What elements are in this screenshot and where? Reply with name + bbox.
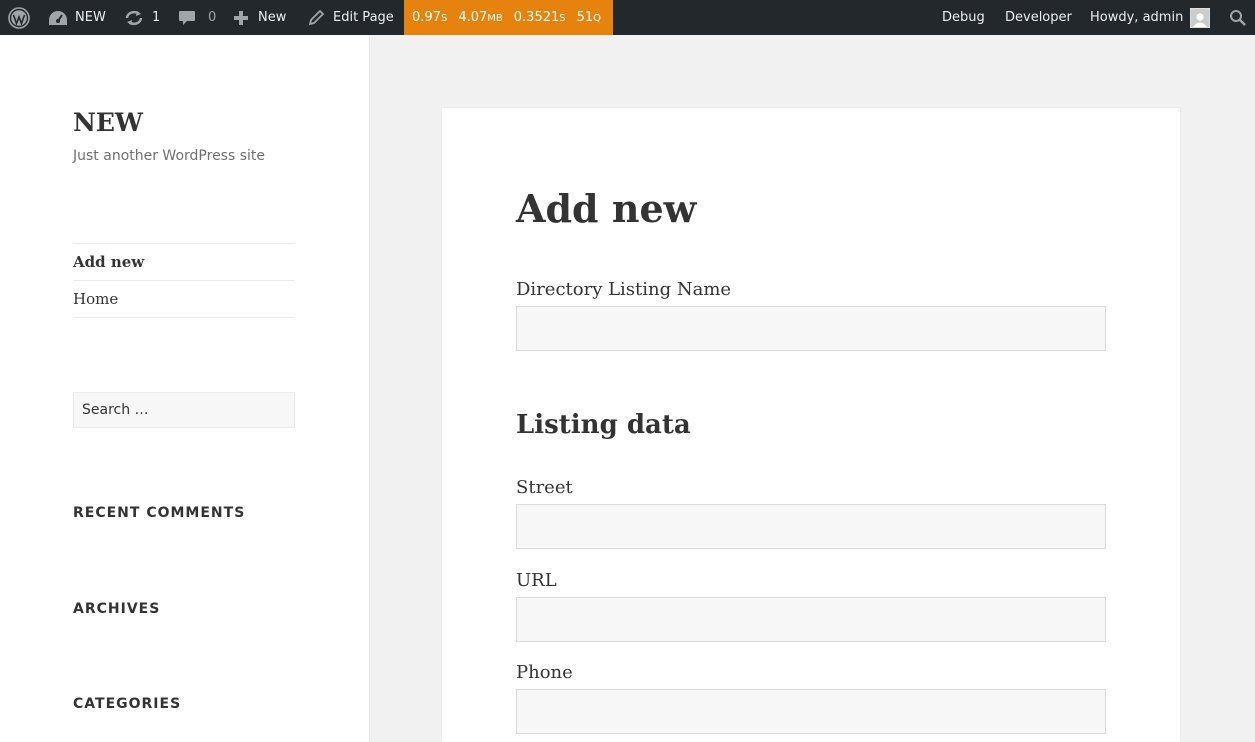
edit-page-link[interactable]: Edit Page xyxy=(307,0,394,35)
site-description: Just another WordPress site xyxy=(73,148,266,164)
pencil-icon xyxy=(308,9,325,25)
comments-count: 0 xyxy=(208,10,217,25)
listing-data-heading: Listing data xyxy=(516,410,691,440)
debug-label: Debug xyxy=(942,10,985,25)
howdy-label: Howdy, admin xyxy=(1090,10,1184,25)
qm-memory: 4.07MB xyxy=(458,10,503,25)
archives-heading: ARCHIVES xyxy=(73,601,161,617)
recent-comments-heading: RECENT COMMENTS xyxy=(73,505,246,521)
qm-queries: 51Q xyxy=(576,10,602,25)
comment-bubble-icon xyxy=(179,10,195,25)
sidebar: NEW Just another WordPress site Add new … xyxy=(0,35,370,742)
updates-icon xyxy=(125,10,143,25)
url-input[interactable] xyxy=(516,597,1106,642)
page-title: Add new xyxy=(516,186,697,231)
my-account-menu[interactable]: Howdy, admin xyxy=(1090,0,1211,35)
main-content: Add new Directory Listing Name Listing d… xyxy=(442,108,1180,742)
updates-menu[interactable]: 1 xyxy=(124,0,160,35)
phone-input[interactable] xyxy=(516,689,1106,734)
listing-name-label: Directory Listing Name xyxy=(516,279,732,300)
phone-label: Phone xyxy=(516,662,573,683)
new-label: New xyxy=(258,10,287,25)
wordpress-logo-icon[interactable] xyxy=(8,0,30,35)
avatar xyxy=(1190,7,1211,28)
sidebar-item-add-new[interactable]: Add new xyxy=(73,244,295,281)
site-name-menu[interactable]: NEW xyxy=(48,0,106,35)
dashboard-icon xyxy=(49,10,67,25)
qm-query-time: 0.3521S xyxy=(513,10,566,25)
url-label: URL xyxy=(516,570,557,591)
debug-menu[interactable]: Debug xyxy=(942,0,985,35)
admin-search-icon[interactable] xyxy=(1229,0,1247,35)
comments-menu[interactable]: 0 xyxy=(178,0,216,35)
query-monitor-menu[interactable]: 0.97S 4.07MB 0.3521S 51Q xyxy=(404,0,613,35)
site-name-label: NEW xyxy=(75,10,106,25)
plus-icon xyxy=(234,10,248,25)
edit-page-label: Edit Page xyxy=(333,10,394,25)
qm-time: 0.97S xyxy=(412,10,448,25)
sidebar-menu: Add new Home xyxy=(73,243,295,318)
listing-name-input[interactable] xyxy=(516,306,1106,351)
developer-menu[interactable]: Developer xyxy=(1005,0,1072,35)
site-title[interactable]: NEW xyxy=(73,108,143,138)
categories-heading: CATEGORIES xyxy=(73,696,182,712)
sidebar-search-field[interactable]: Search … xyxy=(73,392,295,428)
admin-bar: NEW 1 0 New Edit Page 0.97S 4.07MB 0.352… xyxy=(0,0,1255,35)
updates-count: 1 xyxy=(152,10,161,25)
new-content-menu[interactable]: New xyxy=(233,0,286,35)
street-label: Street xyxy=(516,477,573,498)
sidebar-item-home[interactable]: Home xyxy=(73,281,295,318)
street-input[interactable] xyxy=(516,504,1106,549)
developer-label: Developer xyxy=(1005,10,1072,25)
